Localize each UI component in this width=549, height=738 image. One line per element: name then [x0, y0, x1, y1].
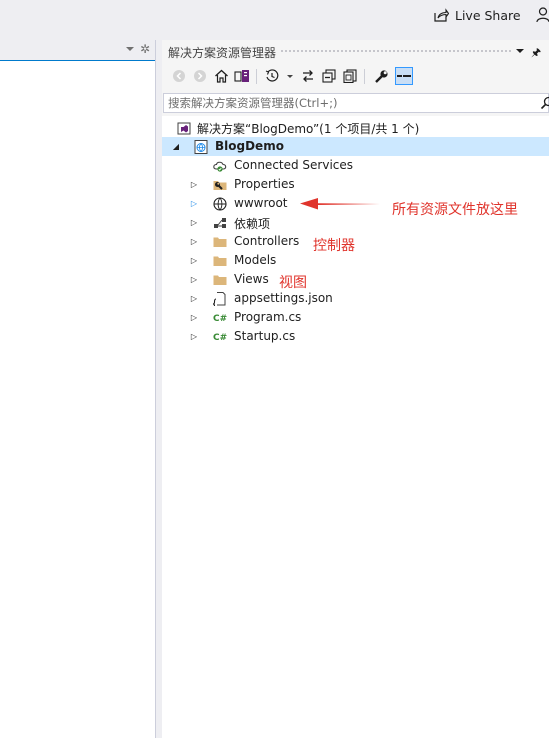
tree-node-solution[interactable]: 解决方案“BlogDemo”(1 个项目/共 1 个)	[162, 118, 549, 137]
collapsed-arrow-icon[interactable]: ▷	[188, 213, 200, 232]
tree-node-program-cs[interactable]: ▷ C# Program.cs	[162, 308, 549, 327]
back-icon[interactable]	[170, 67, 188, 85]
window-position-dropdown-icon[interactable]	[516, 49, 524, 53]
tree-node-controllers[interactable]: ▷ Controllers	[162, 232, 549, 251]
title-bar: Live Share	[0, 0, 549, 30]
tree-node-project[interactable]: ◢ BlogDemo	[162, 137, 549, 156]
live-share-label: Live Share	[455, 7, 521, 23]
editor-pane: ✲	[0, 40, 155, 738]
forward-icon[interactable]	[191, 67, 209, 85]
sync-icon[interactable]	[299, 67, 317, 85]
tree-node-properties[interactable]: ▷ Properties	[162, 175, 549, 194]
title-grip	[280, 49, 511, 54]
tree-node-connected-services[interactable]: Connected Services	[162, 156, 549, 175]
folder-icon	[212, 234, 228, 250]
expanded-arrow-icon[interactable]: ◢	[170, 137, 182, 156]
tree-node-label: appsettings.json	[234, 291, 333, 305]
csharp-file-icon: C#	[212, 329, 228, 345]
svg-text:C#: C#	[213, 333, 227, 343]
collapsed-arrow-icon[interactable]: ▷	[188, 251, 200, 270]
preview-icon[interactable]	[395, 67, 413, 85]
editor-pane-header: ✲	[0, 40, 155, 60]
tree-node-label: wwwroot	[234, 196, 288, 210]
web-project-icon	[193, 139, 209, 155]
collapsed-arrow-icon[interactable]: ▷	[188, 308, 200, 327]
pane-splitter[interactable]	[155, 40, 162, 738]
tree-node-models[interactable]: ▷ Models	[162, 251, 549, 270]
collapsed-arrow-icon[interactable]: ▷	[188, 270, 200, 289]
account-icon[interactable]	[536, 7, 549, 23]
tree-node-label: Startup.cs	[234, 329, 296, 343]
editor-content[interactable]	[0, 60, 155, 738]
collapsed-arrow-icon[interactable]: ▷	[188, 175, 200, 194]
search-box[interactable]	[163, 93, 549, 113]
tree-node-label: Program.cs	[234, 310, 302, 324]
tree-node-label: Connected Services	[234, 158, 354, 172]
folder-icon	[212, 272, 228, 288]
csharp-file-icon: C#	[212, 310, 228, 326]
svg-text:C#: C#	[213, 314, 227, 324]
tree-node-appsettings[interactable]: ▷ appsettings.json	[162, 289, 549, 308]
collapse-all-icon[interactable]	[320, 67, 338, 85]
live-share-button[interactable]: Live Share	[434, 6, 521, 24]
connected-services-icon	[212, 158, 228, 174]
gear-icon[interactable]: ✲	[140, 42, 150, 56]
collapsed-arrow-icon[interactable]: ▷	[188, 327, 200, 346]
pending-changes-filter-icon[interactable]	[263, 67, 281, 85]
tree-node-label: Controllers	[234, 234, 300, 248]
tree-node-label: BlogDemo	[215, 139, 284, 153]
dropdown-arrow-icon[interactable]	[126, 47, 134, 51]
tree-node-label: Views	[234, 272, 269, 286]
solution-explorer: 解决方案资源管理器 🖈 搜索解决方案资源管理器(Ctrl+;) 解决方案“Blo…	[162, 40, 549, 738]
properties-folder-icon	[212, 177, 228, 193]
show-all-files-icon[interactable]	[341, 67, 359, 85]
search-icon[interactable]	[540, 96, 549, 110]
globe-icon	[212, 196, 228, 212]
tree-node-label: Models	[234, 253, 277, 267]
collapsed-arrow-icon[interactable]: ▷	[188, 289, 200, 308]
annotation-wwwroot: 所有资源文件放这里	[392, 202, 518, 218]
dependencies-icon	[212, 215, 228, 231]
tree-node-label: 依赖项	[234, 217, 271, 231]
tree-node-startup-cs[interactable]: ▷ C# Startup.cs	[162, 327, 549, 346]
annotation-controllers: 控制器	[313, 238, 355, 254]
tree-node-label: 解决方案“BlogDemo”(1 个项目/共 1 个)	[197, 122, 420, 136]
switch-views-icon[interactable]	[233, 67, 251, 85]
json-file-icon	[212, 291, 228, 307]
properties-icon[interactable]	[372, 67, 390, 85]
annotation-arrow	[300, 198, 380, 210]
tree-node-label: Properties	[234, 177, 295, 191]
solution-explorer-title-bar: 解决方案资源管理器 🖈	[162, 40, 549, 62]
tree-node-views[interactable]: ▷ Views	[162, 270, 549, 289]
home-icon[interactable]	[212, 67, 230, 85]
collapsed-arrow-icon[interactable]: ▷	[188, 194, 200, 213]
panel-title: 解决方案资源管理器	[168, 46, 277, 60]
annotation-views: 视图	[279, 275, 307, 291]
filter-dropdown-icon[interactable]	[287, 75, 293, 78]
pin-icon[interactable]: 🖈	[531, 44, 541, 63]
live-share-icon	[434, 8, 449, 22]
pane-divider	[155, 40, 156, 738]
collapsed-arrow-icon[interactable]: ▷	[188, 232, 200, 251]
search-input[interactable]	[168, 95, 528, 111]
folder-icon	[212, 253, 228, 269]
toolbar-separator	[256, 69, 257, 84]
solution-explorer-toolbar	[162, 64, 549, 90]
solution-icon	[176, 120, 192, 136]
toolbar-separator	[364, 69, 365, 84]
